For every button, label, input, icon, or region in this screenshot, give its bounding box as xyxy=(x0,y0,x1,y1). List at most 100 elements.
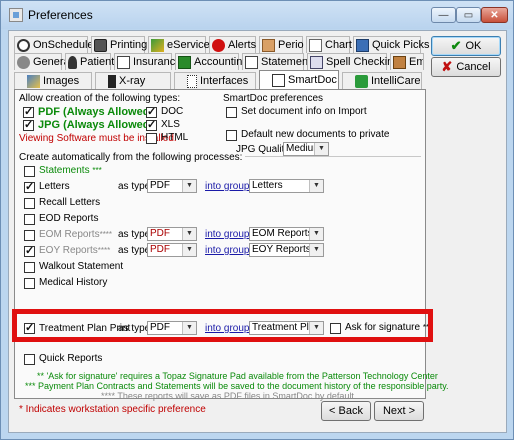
jpg-quality-select[interactable]: Medium ▼ xyxy=(283,142,329,156)
tab-alerts[interactable]: Alerts xyxy=(209,36,256,53)
set-doc-info-label: Set document info on Import xyxy=(241,106,367,117)
tab-accounting[interactable]: Accounting xyxy=(175,53,248,70)
tab-xray[interactable]: X-ray xyxy=(95,72,171,89)
spell-check-icon xyxy=(310,55,323,69)
minimize-button[interactable]: — xyxy=(431,7,456,23)
ok-label: OK xyxy=(465,40,482,52)
doc-checkbox[interactable] xyxy=(146,105,157,119)
letters-into-group-link[interactable]: into group xyxy=(205,181,249,193)
tab-general[interactable]: General xyxy=(14,53,72,70)
insurance-icon xyxy=(117,55,130,69)
tab-printing[interactable]: Printing xyxy=(91,36,148,53)
default-private-checkbox[interactable] xyxy=(226,130,237,141)
set-doc-info-checkbox[interactable] xyxy=(226,107,237,118)
pdf-checkbox[interactable] xyxy=(23,105,34,119)
tab-statements[interactable]: Statements xyxy=(242,53,317,70)
eoy-reports-checkbox[interactable] xyxy=(24,244,35,258)
perio-icon xyxy=(262,38,275,52)
chevron-down-icon: ▼ xyxy=(309,228,323,240)
patient-icon xyxy=(68,55,77,69)
tab-employer[interactable]: Employer xyxy=(390,53,424,70)
as-type-label: as type xyxy=(118,181,151,192)
statements-checkbox[interactable] xyxy=(24,166,35,177)
smartdoc-panel: Allow creation of the following types: P… xyxy=(14,89,449,401)
tab-interfaces[interactable]: Interfaces xyxy=(174,72,256,89)
process-label-eod-reports: EOD Reports xyxy=(39,213,99,224)
tab-onschedule[interactable]: OnSchedule xyxy=(14,36,94,53)
tab-label: Perio xyxy=(278,38,304,51)
window-title: Preferences xyxy=(28,8,93,22)
eod-reports-checkbox[interactable] xyxy=(24,214,35,225)
jpg-checkbox[interactable] xyxy=(23,118,34,132)
process-label-letters: Letters xyxy=(39,181,70,192)
tab-label: Spell Checking xyxy=(326,55,400,68)
eom-type-select[interactable]: PDF ▼ xyxy=(147,227,197,241)
tab-spell-checking[interactable]: Spell Checking xyxy=(307,53,399,70)
process-label-recall-letters: Recall Letters xyxy=(39,197,101,208)
back-button[interactable]: < Back xyxy=(321,401,371,421)
cancel-button[interactable]: ✘ Cancel xyxy=(431,57,501,77)
tab-images[interactable]: Images xyxy=(14,72,92,89)
tab-insurance[interactable]: Insurance xyxy=(114,53,181,70)
tab-smartdoc[interactable]: SmartDoc xyxy=(259,70,339,89)
onschedule-icon xyxy=(17,38,30,52)
eom-group-select[interactable]: EOM Reports ▼ xyxy=(249,227,324,241)
ok-button[interactable]: ✔ OK xyxy=(431,36,501,56)
app-icon xyxy=(9,8,23,22)
walkout-statement-checkbox[interactable] xyxy=(24,262,35,273)
chart-icon xyxy=(309,38,322,52)
tab-label: Employer xyxy=(409,55,424,68)
letters-type-select[interactable]: PDF ▼ xyxy=(147,179,197,193)
cancel-label: Cancel xyxy=(456,61,491,73)
maximize-button[interactable]: ▭ xyxy=(456,7,481,23)
chevron-down-icon: ▼ xyxy=(309,244,323,256)
tab-label: eService xyxy=(167,38,210,51)
tab-quick-picks[interactable]: Quick Picks xyxy=(353,36,429,53)
jpg-label: JPG (Always Allowed) xyxy=(38,119,154,131)
chevron-down-icon: ▼ xyxy=(182,244,196,256)
xls-checkbox[interactable] xyxy=(146,118,157,132)
tab-label: Printing xyxy=(110,38,148,51)
xls-label: XLS xyxy=(161,119,180,130)
recall-letters-checkbox[interactable] xyxy=(24,198,35,209)
quick-reports-checkbox[interactable] xyxy=(24,354,35,365)
quick-picks-icon xyxy=(356,38,369,52)
checkmark-icon: ✔ xyxy=(450,38,462,53)
eoy-into-group-link[interactable]: into group xyxy=(205,245,249,257)
tab-label: Accounting xyxy=(194,55,249,68)
note-pdf-default: **** These reports will save as PDF file… xyxy=(101,391,357,401)
preferences-window: Preferences — ▭ ✕ OnSchedule Printing eS… xyxy=(0,0,514,440)
tab-label: Quick Picks xyxy=(372,38,430,51)
process-label-medical-history: Medical History xyxy=(39,277,108,288)
tab-label: OnSchedule xyxy=(33,38,94,51)
tab-label: Chart xyxy=(325,38,352,51)
default-private-label: Default new documents to private xyxy=(241,129,390,140)
eom-into-group-link[interactable]: into group xyxy=(205,229,249,241)
close-button[interactable]: ✕ xyxy=(481,7,508,23)
dialog-body: OnSchedule Printing eService Alerts Peri… xyxy=(8,30,507,433)
letters-group-select[interactable]: Letters ▼ xyxy=(249,179,324,193)
tab-patient[interactable]: Patient xyxy=(65,53,114,70)
letters-checkbox[interactable] xyxy=(24,180,35,194)
tab-chart[interactable]: Chart xyxy=(306,36,352,53)
eoy-type-select[interactable]: PDF ▼ xyxy=(147,243,197,257)
process-label-eoy-reports: EOY Reports**** xyxy=(39,245,111,256)
xray-icon xyxy=(108,74,116,88)
next-button[interactable]: Next > xyxy=(374,401,424,421)
process-label-statements: Statements *** xyxy=(39,165,102,176)
highlight-annotation xyxy=(12,309,433,342)
title-bar[interactable]: Preferences — ▭ ✕ xyxy=(1,1,513,29)
eoy-group-select[interactable]: EOY Reports ▼ xyxy=(249,243,324,257)
chevron-down-icon: ▼ xyxy=(309,180,323,192)
tab-perio[interactable]: Perio xyxy=(259,36,304,53)
tab-intellicare[interactable]: IntelliCare xyxy=(342,72,422,89)
chevron-down-icon: ▼ xyxy=(182,180,196,192)
eom-reports-checkbox[interactable] xyxy=(24,230,35,241)
process-label-quick-reports: Quick Reports xyxy=(39,353,103,364)
employer-icon xyxy=(393,55,406,69)
html-checkbox[interactable] xyxy=(146,133,157,144)
images-icon xyxy=(27,74,40,88)
printer-icon xyxy=(94,38,107,52)
tab-eservice[interactable]: eService xyxy=(148,36,210,53)
medical-history-checkbox[interactable] xyxy=(24,278,35,289)
